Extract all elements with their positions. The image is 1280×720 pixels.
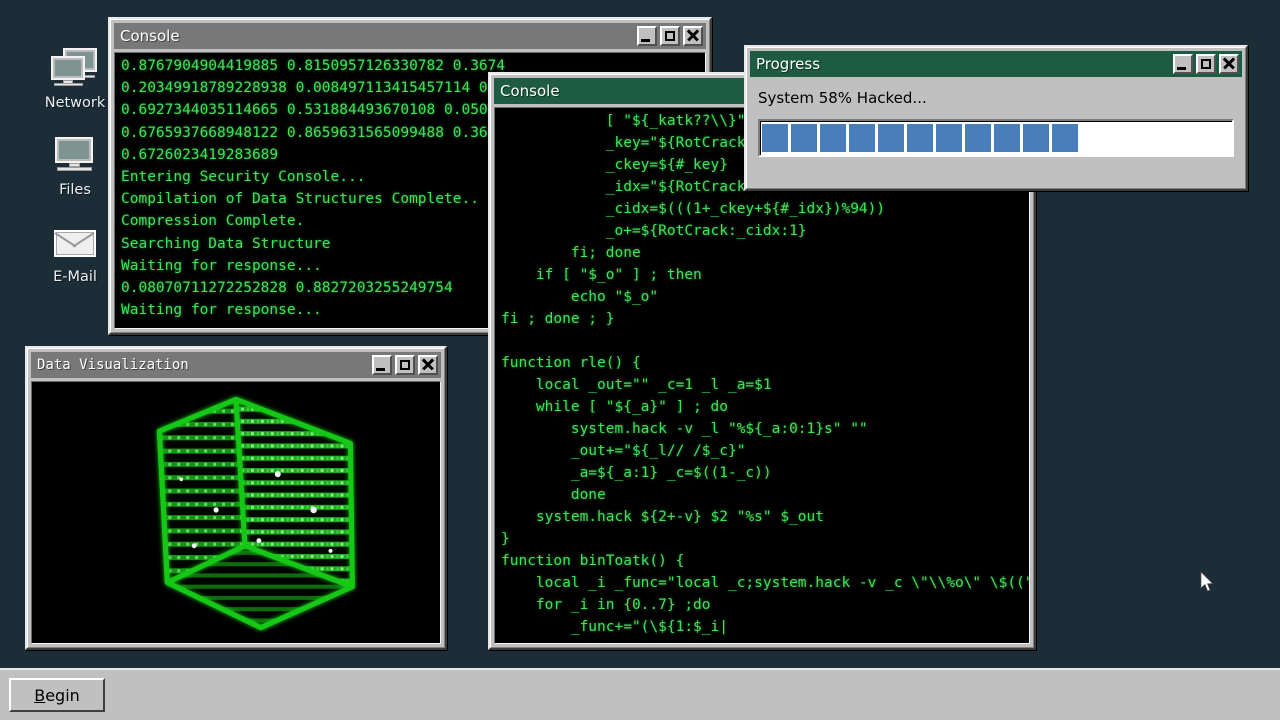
envelope-icon [49,220,101,266]
minimize-icon [641,39,650,42]
desktop-icon-label: Files [59,182,91,198]
close-button[interactable] [683,26,703,46]
minimize-button[interactable] [1173,54,1193,74]
titlebar-console-1[interactable]: Console [114,23,706,49]
window-controls [637,26,703,46]
progress-bar-segment [965,124,991,152]
progress-bar-segment [1023,124,1049,152]
progress-bar-segment [936,124,962,152]
desktop-icon-label: E-Mail [53,269,97,285]
minimize-button[interactable] [372,355,392,375]
desktop-icon-files[interactable]: Files [36,133,114,198]
maximize-button[interactable] [1196,54,1216,74]
progress-bar-segment [820,124,846,152]
window-data-visualization[interactable]: Data Visualization [25,346,447,650]
visualization-canvas[interactable] [31,381,441,644]
progress-bar-segment [994,124,1020,152]
window-title: Progress [756,55,1173,73]
close-button[interactable] [1219,54,1239,74]
progress-bar-segment [791,124,817,152]
desktop-icon-column: Network Files E-Mail [36,46,114,285]
monitor-icon [49,133,101,179]
window-controls [1173,54,1239,74]
mouse-pointer-icon [1200,572,1214,592]
progress-bar-segment [1052,124,1078,152]
begin-button[interactable]: Begin [9,678,105,712]
maximize-icon [665,31,675,41]
window-title: Console [120,27,637,45]
progress-status-text: System 58% Hacked... [758,89,1242,107]
desktop: Network Files E-Mail Console [0,0,1280,720]
maximize-icon [1201,59,1211,69]
minimize-button[interactable] [637,26,657,46]
minimize-icon [376,368,385,371]
minimize-icon [1177,67,1186,70]
maximize-button[interactable] [395,355,415,375]
window-controls [372,355,438,375]
progress-bar-segment [762,124,788,152]
window-progress[interactable]: Progress System 58% Hacked... [744,45,1248,191]
titlebar-progress[interactable]: Progress [750,51,1242,77]
desktop-icon-label: Network [45,95,106,111]
progress-bar-segment [849,124,875,152]
desktop-icon-email[interactable]: E-Mail [36,220,114,285]
taskbar: Begin [0,668,1280,720]
network-monitors-icon [49,46,101,92]
rotating-data-cube-icon [32,382,440,643]
progress-bar [758,119,1234,157]
close-button[interactable] [418,355,438,375]
progress-bar-segment [878,124,904,152]
maximize-button[interactable] [660,26,680,46]
begin-button-label: Begin [34,686,80,705]
desktop-icon-network[interactable]: Network [36,46,114,111]
titlebar-dataviz[interactable]: Data Visualization [31,352,441,378]
window-title: Data Visualization [37,357,372,373]
maximize-icon [400,360,410,370]
progress-bar-segment [907,124,933,152]
